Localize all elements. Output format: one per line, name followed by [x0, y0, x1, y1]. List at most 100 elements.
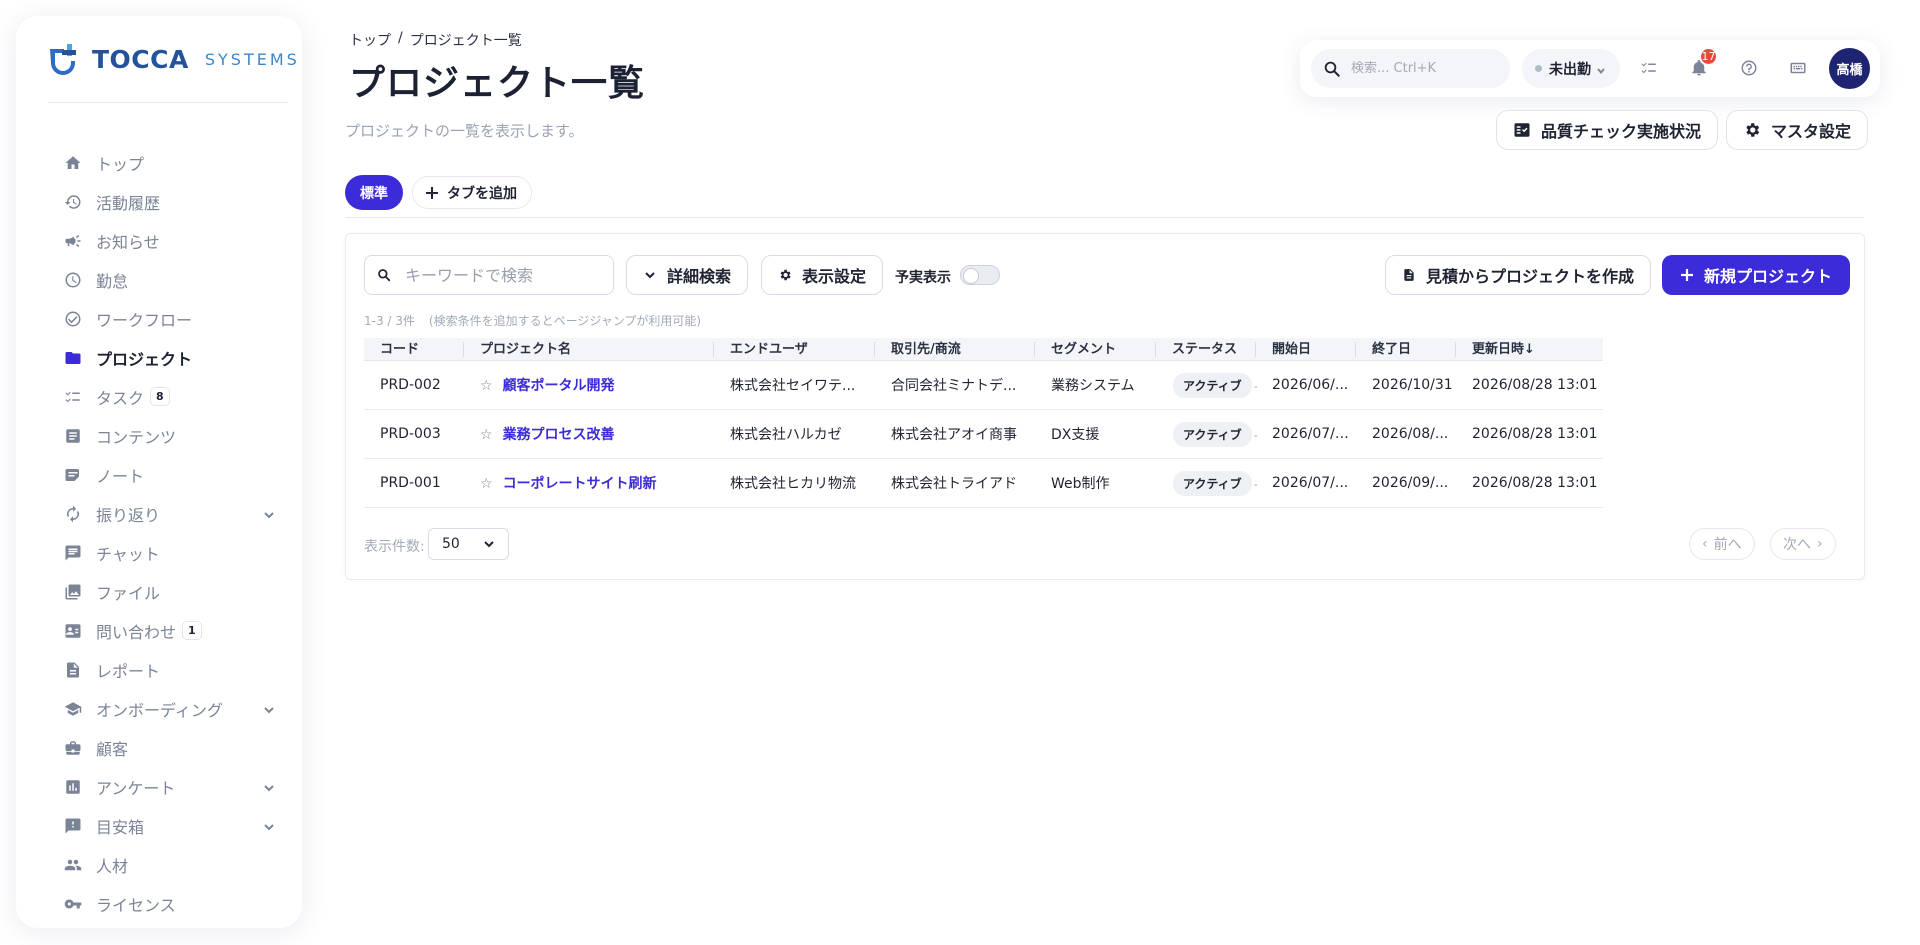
sidebar-item[interactable]: AIエージェント [16, 923, 302, 928]
chevron-down-icon[interactable] [262, 702, 276, 716]
gear-icon [780, 269, 791, 281]
column-header[interactable]: 更新日時↓ [1456, 338, 1603, 361]
advanced-search-button[interactable]: 詳細検索 [626, 255, 749, 295]
column-header[interactable]: セグメント [1035, 338, 1156, 361]
sidebar-item[interactable]: 人材 [16, 845, 302, 884]
sidebar-item[interactable]: ワークフロー [16, 299, 302, 338]
chevron-down-icon [645, 272, 655, 279]
budget-actual-toggle[interactable] [960, 265, 1000, 285]
table-row[interactable]: PRD-002 ☆ 顧客ポータル開発 株式会社セイワテ... 合同会社ミナトデ... 業務… [364, 361, 1603, 410]
column-header[interactable]: プロジェクト名 [464, 338, 714, 361]
project-name-link[interactable]: 業務プロセス改善 [503, 427, 615, 443]
chevron-down-icon[interactable] [262, 780, 276, 794]
keyboard-shortcuts-button[interactable] [1786, 56, 1810, 80]
sidebar-item[interactable]: 活動履歴 [16, 182, 302, 221]
app-logo[interactable]: TOCCA SYSTEMS [48, 42, 300, 76]
master-settings-button[interactable]: マスタ設定 [1726, 110, 1869, 150]
attendance-status-dropdown[interactable]: 未出勤 [1522, 49, 1620, 88]
cell-segment: DX支援 [1051, 427, 1100, 443]
status-badge: アクティブ [1173, 470, 1252, 496]
sidebar-item[interactable]: ライセンス [16, 884, 302, 923]
chevron-down-icon[interactable] [262, 507, 276, 521]
project-name-link[interactable]: 顧客ポータル開発 [503, 378, 615, 394]
sidebar-divider [48, 102, 288, 103]
cell-status: アクティブ - [1156, 421, 1258, 447]
sidebar-item[interactable]: アンケート [16, 767, 302, 806]
sidebar-item[interactable]: タスク 8 [16, 377, 302, 416]
notification-button[interactable]: 17 [1687, 47, 1718, 80]
add-tab-button[interactable]: タブを追加 [412, 176, 532, 209]
cell-code: PRD-002 [380, 377, 441, 393]
page-subtitle: プロジェクトの一覧を表示します。 [345, 122, 584, 140]
favorite-star-icon[interactable]: ☆ [480, 476, 493, 492]
page-size-select[interactable]: 50 [428, 528, 509, 560]
checklist-icon [64, 388, 82, 406]
sidebar-item[interactable]: プロジェクト [16, 338, 302, 377]
create-from-estimate-button[interactable]: 見積からプロジェクトを作成 [1385, 255, 1652, 295]
tab-standard[interactable]: 標準 [345, 175, 403, 210]
sidebar-item[interactable]: コンテンツ [16, 416, 302, 455]
sidebar-item[interactable]: 顧客 [16, 728, 302, 767]
table-row[interactable]: PRD-003 ☆ 業務プロセス改善 株式会社ハルカゼ 株式会社アオイ商事 DX支援 アクテ… [364, 410, 1603, 459]
global-search-input[interactable] [1351, 61, 1501, 76]
sidebar-item[interactable]: 問い合わせ 1 [16, 611, 302, 650]
user-avatar[interactable]: 高橋 [1829, 48, 1870, 89]
sidebar-item[interactable]: お知らせ [16, 221, 302, 260]
column-header[interactable]: エンドユーザ [714, 338, 875, 361]
keyword-search-input[interactable] [405, 265, 605, 285]
task-checklist-button[interactable] [1637, 56, 1661, 80]
sidebar-item-label: ワークフロー [96, 310, 193, 330]
page-title: プロジェクト一覧 [349, 63, 646, 104]
prev-page-button[interactable]: ‹ 前へ [1689, 528, 1755, 560]
breadcrumb-top[interactable]: トップ [349, 30, 391, 50]
sidebar-item[interactable]: レポート [16, 650, 302, 689]
help-button[interactable] [1737, 56, 1761, 80]
sidebar: TOCCA SYSTEMS トップ 活動履歴お知らせ勤怠ワークフロープロジェクトタ… [16, 16, 302, 928]
result-count: 1-3 / 3件 (検索条件を追加するとページジャンプが利用可能) [364, 312, 701, 329]
breadcrumb-current: プロジェクト一覧 [409, 33, 522, 49]
megaphone-icon [64, 232, 82, 250]
keyword-search[interactable] [364, 255, 614, 295]
project-name-link[interactable]: コーポレートサイト刷新 [503, 476, 657, 492]
sidebar-item-label: 顧客 [96, 739, 129, 759]
column-header[interactable]: ステータス [1156, 338, 1256, 361]
sidebar-item[interactable]: チャット [16, 533, 302, 572]
sidebar-item-label: お知らせ [96, 232, 160, 252]
display-settings-button[interactable]: 表示設定 [761, 255, 884, 295]
sidebar-item-label: ノート [96, 466, 145, 486]
favorite-star-icon[interactable]: ☆ [480, 378, 493, 394]
document-icon [1404, 269, 1414, 281]
sidebar-item[interactable]: 振り返り [16, 494, 302, 533]
count-badge: 8 [150, 387, 170, 406]
sidebar-item[interactable]: ノート [16, 455, 302, 494]
quality-check-status-button[interactable]: 品質チェック実施状況 [1496, 110, 1719, 150]
column-header[interactable]: 取引先/商流 [875, 338, 1035, 361]
table-row[interactable]: PRD-001 ☆ コーポレートサイト刷新 株式会社ヒカリ物流 株式会社トライアド Web… [364, 459, 1603, 508]
cell-client: 合同会社ミナトデ... [891, 378, 1017, 394]
column-header[interactable]: 開始日 [1256, 338, 1356, 361]
sidebar-item[interactable]: 目安箱 [16, 806, 302, 845]
sidebar-item[interactable]: トップ [16, 143, 302, 182]
favorite-star-icon[interactable]: ☆ [480, 427, 493, 443]
global-search[interactable] [1311, 49, 1510, 88]
chevron-down-icon[interactable] [262, 819, 276, 833]
article-icon [64, 427, 82, 445]
graduation-icon [64, 700, 82, 718]
column-header[interactable]: コード [364, 338, 464, 361]
contact-card-icon [64, 622, 82, 640]
prev-page-label: 前へ [1713, 537, 1742, 553]
new-project-button[interactable]: 新規プロジェクト [1662, 255, 1851, 295]
status-separator: - [1253, 477, 1258, 491]
next-page-button[interactable]: 次へ › [1770, 528, 1836, 560]
count-badge: 1 [182, 621, 202, 640]
attendance-status-label: 未出勤 [1549, 61, 1591, 78]
cell-end: 2026/10/31 [1372, 377, 1453, 393]
cell-status: アクティブ - [1156, 470, 1258, 496]
sidebar-item[interactable]: 勤怠 [16, 260, 302, 299]
sidebar-item[interactable]: オンボーディング [16, 689, 302, 728]
home-icon [64, 154, 82, 172]
sidebar-item[interactable]: ファイル [16, 572, 302, 611]
briefcase-icon [64, 739, 82, 757]
plus-icon [1681, 269, 1693, 281]
column-header[interactable]: 終了日 [1356, 338, 1456, 361]
